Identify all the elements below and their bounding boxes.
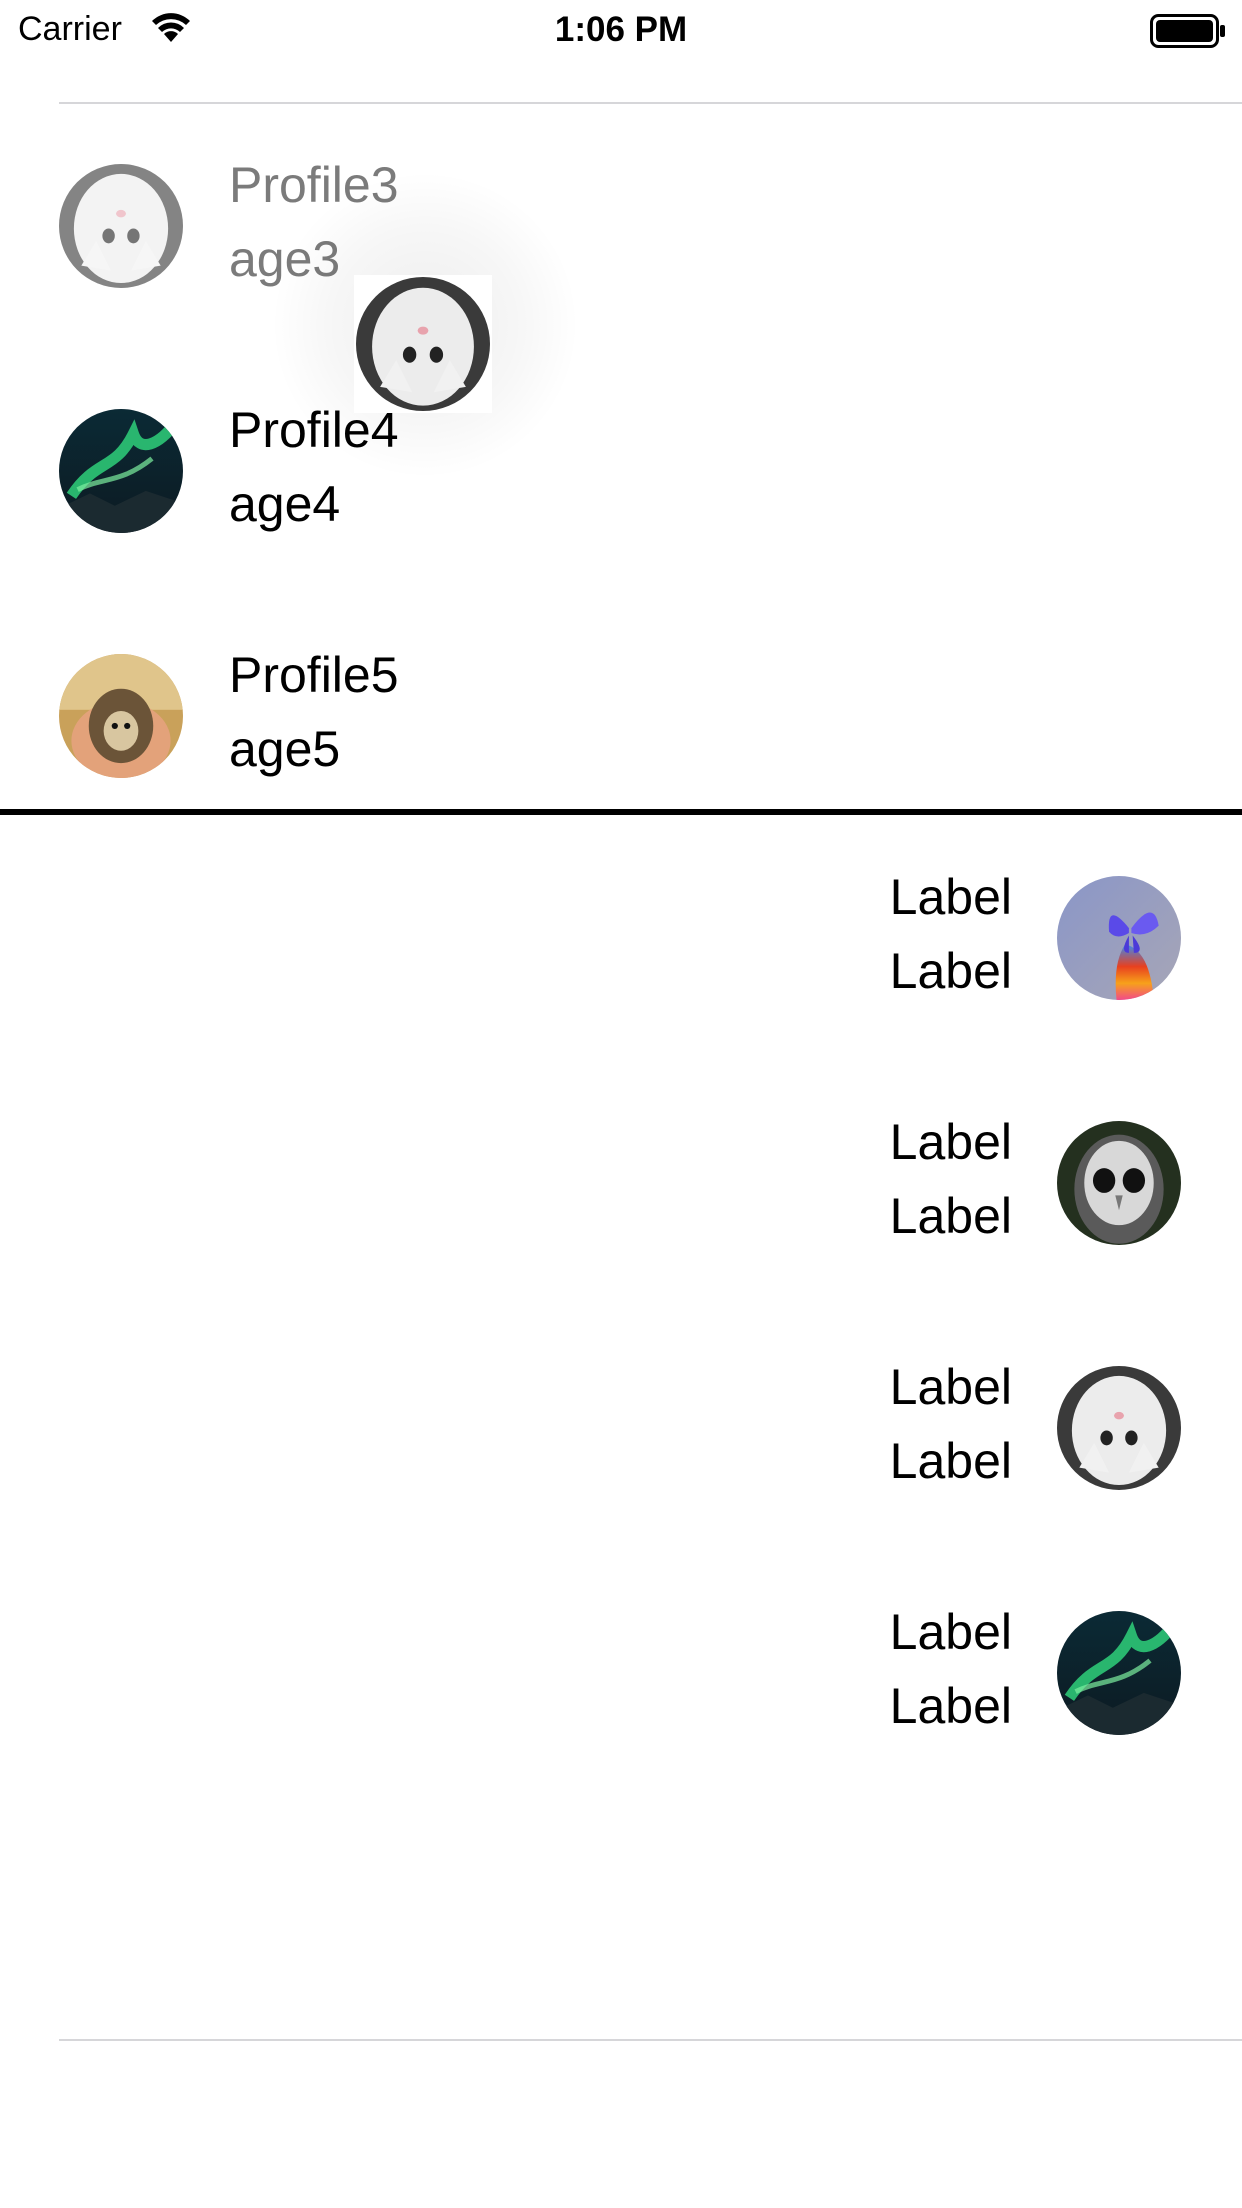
section-divider — [0, 809, 1242, 815]
list-item[interactable]: Label Label — [0, 1306, 1242, 1551]
list-item[interactable]: Profile4 age4 — [0, 349, 1242, 594]
list-item[interactable]: Label Label — [0, 1061, 1242, 1306]
profile-name: Profile5 — [229, 647, 399, 703]
title-label: Label — [889, 869, 1012, 925]
subtitle-label: Label — [889, 1678, 1012, 1734]
bottom-separator — [59, 2039, 1242, 2041]
cat-avatar-icon — [356, 277, 490, 411]
butterfly-avatar-icon — [1057, 876, 1181, 1000]
list-item[interactable]: Label Label — [0, 1551, 1242, 1796]
subtitle-label: Label — [889, 1188, 1012, 1244]
title-label: Label — [889, 1604, 1012, 1660]
subtitle-label: Label — [889, 943, 1012, 999]
aurora-avatar-icon — [1057, 1611, 1181, 1735]
owl-avatar-icon — [1057, 1121, 1181, 1245]
drag-preview[interactable] — [354, 275, 492, 413]
clock: 1:06 PM — [554, 10, 688, 49]
list-item[interactable]: Label Label — [0, 816, 1242, 1061]
profile-age: age5 — [229, 721, 341, 777]
list-item[interactable]: Profile3 age3 — [0, 104, 1242, 349]
hedgehog-avatar-icon — [59, 654, 183, 778]
title-label: Label — [889, 1114, 1012, 1170]
subtitle-label: Label — [889, 1433, 1012, 1489]
profile-age: age4 — [229, 476, 341, 532]
battery-full-icon — [1150, 14, 1226, 48]
title-label: Label — [889, 1359, 1012, 1415]
cat-avatar-icon — [59, 164, 183, 288]
status-bar: Carrier 1:06 PM — [0, 0, 1242, 62]
aurora-avatar-icon — [59, 409, 183, 533]
list-item[interactable]: Profile5 age5 — [0, 594, 1242, 839]
cat-avatar-icon — [1057, 1366, 1181, 1490]
